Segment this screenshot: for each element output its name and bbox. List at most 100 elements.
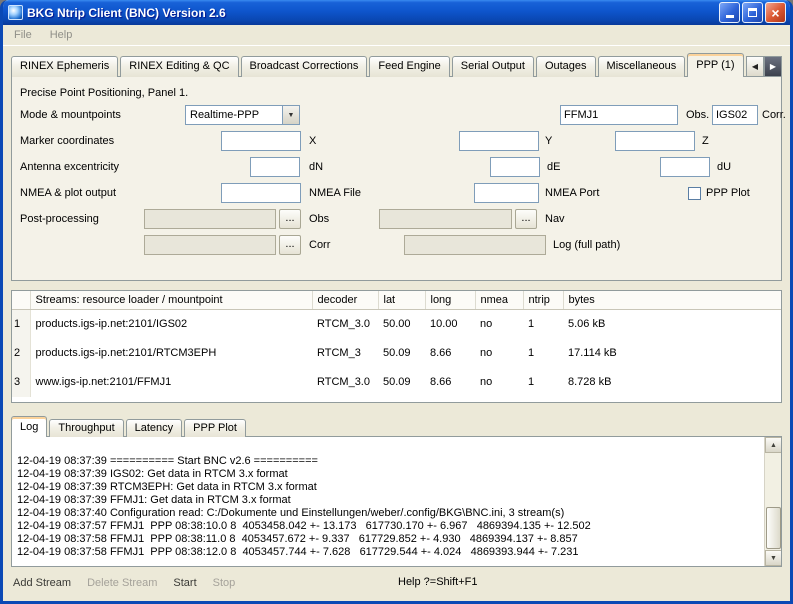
tab-scroll-right-button[interactable]: ▶ <box>764 56 782 77</box>
post-corr-path-input[interactable] <box>144 235 276 255</box>
table-row[interactable]: 1 products.igs-ip.net:2101/IGS02 RTCM_3.… <box>12 310 781 339</box>
menu-bar: File Help <box>3 25 790 46</box>
app-window: BKG Ntrip Client (BNC) Version 2.6 × Fil… <box>0 0 793 604</box>
stop-button[interactable]: Stop <box>213 577 236 589</box>
column-header-lat[interactable]: lat <box>378 291 425 310</box>
chevron-right-icon: ▶ <box>770 62 776 71</box>
antenna-label: Antenna excentricity <box>20 161 119 173</box>
scrollbar-track[interactable]: ▲ ▼ <box>764 437 781 566</box>
column-header-ntrip[interactable]: ntrip <box>523 291 563 310</box>
tab-rinex-ephemeris[interactable]: RINEX Ephemeris <box>11 56 118 77</box>
marker-y-input[interactable] <box>459 131 539 151</box>
start-button[interactable]: Start <box>173 577 196 589</box>
tab-feed-engine[interactable]: Feed Engine <box>369 56 449 77</box>
stream-bytes: 5.06 kB <box>563 310 781 339</box>
z-label: Z <box>702 135 709 147</box>
column-header-mountpoint[interactable]: Streams: resource loader / mountpoint <box>30 291 312 310</box>
antenna-du-input[interactable] <box>660 157 710 177</box>
post-obs-label: Obs <box>309 213 329 225</box>
row-number: 3 <box>12 368 30 397</box>
table-row[interactable]: 3 www.igs-ip.net:2101/FFMJ1 RTCM_3.0 50.… <box>12 368 781 397</box>
minimize-button[interactable] <box>719 2 740 23</box>
tab-log[interactable]: Log <box>11 416 47 437</box>
marker-z-input[interactable] <box>615 131 695 151</box>
post-nav-browse-button[interactable]: ... <box>515 209 537 229</box>
post-nav-path-input[interactable] <box>379 209 512 229</box>
tab-serial-output[interactable]: Serial Output <box>452 56 534 77</box>
log-line: 12-04-19 08:37:58 FFMJ1 PPP 08:38:12.0 8… <box>17 546 759 559</box>
tab-scroll-left-button[interactable]: ◀ <box>746 56 764 77</box>
obs-mountpoint-input[interactable] <box>560 105 678 125</box>
table-row[interactable]: 2 products.igs-ip.net:2101/RTCM3EPH RTCM… <box>12 339 781 368</box>
tab-rinex-editing-qc[interactable]: RINEX Editing & QC <box>120 56 238 77</box>
maximize-button[interactable] <box>742 2 763 23</box>
stream-long: 10.00 <box>425 310 475 339</box>
stream-decoder: RTCM_3 <box>312 339 378 368</box>
log-line: 12-04-19 08:37:39 ========== Start BNC v… <box>17 455 759 468</box>
de-label: dE <box>547 161 560 173</box>
log-output[interactable]: 12-04-19 08:37:39 ========== Start BNC v… <box>12 437 764 566</box>
tab-ppp-plot[interactable]: PPP Plot <box>184 419 246 437</box>
scrollbar-up-button[interactable]: ▲ <box>765 437 782 453</box>
column-header-bytes[interactable]: bytes <box>563 291 781 310</box>
close-icon: × <box>771 6 779 20</box>
tab-outages[interactable]: Outages <box>536 56 596 77</box>
nmea-file-input[interactable] <box>221 183 301 203</box>
bottom-tab-bar: Log Throughput Latency PPP Plot <box>3 416 790 437</box>
scrollbar-thumb[interactable] <box>766 507 781 549</box>
tab-latency[interactable]: Latency <box>126 419 183 437</box>
menu-file[interactable]: File <box>5 27 41 43</box>
antenna-dn-input[interactable] <box>250 157 300 177</box>
tab-bar: RINEX Ephemeris RINEX Editing & QC Broad… <box>3 46 790 77</box>
minimize-icon <box>726 15 734 18</box>
post-corr-label: Corr <box>309 239 330 251</box>
row-number: 2 <box>12 339 30 368</box>
stream-lat: 50.09 <box>378 339 425 368</box>
chevron-left-icon: ◀ <box>752 62 758 71</box>
column-header-nmea[interactable]: nmea <box>475 291 523 310</box>
marker-x-input[interactable] <box>221 131 301 151</box>
stream-lat: 50.00 <box>378 310 425 339</box>
title-bar[interactable]: BKG Ntrip Client (BNC) Version 2.6 × <box>3 0 790 25</box>
post-corr-browse-button[interactable]: ... <box>279 235 301 255</box>
post-log-label: Log (full path) <box>553 239 620 251</box>
antenna-de-input[interactable] <box>490 157 540 177</box>
stream-decoder: RTCM_3.0 <box>312 310 378 339</box>
stream-ntrip: 1 <box>523 339 563 368</box>
nmea-file-label: NMEA File <box>309 187 361 199</box>
help-shortcut-text: Help ?=Shift+F1 <box>398 576 478 588</box>
tab-throughput[interactable]: Throughput <box>49 419 123 437</box>
tab-broadcast-corrections[interactable]: Broadcast Corrections <box>241 56 368 77</box>
column-header-decoder[interactable]: decoder <box>312 291 378 310</box>
ppp-plot-label: PPP Plot <box>706 187 750 199</box>
mode-row: Mode & mountpoints Realtime-PPP ▼ Obs. C… <box>12 103 781 129</box>
post-processing-row-2: ... Corr Log (full path) <box>12 233 781 259</box>
ppp-mode-select[interactable]: Realtime-PPP ▼ <box>185 105 300 125</box>
tab-ppp-1[interactable]: PPP (1) <box>687 53 743 77</box>
stream-ntrip: 1 <box>523 310 563 339</box>
menu-help[interactable]: Help <box>41 27 82 43</box>
delete-stream-button[interactable]: Delete Stream <box>87 577 157 589</box>
nmea-label: NMEA & plot output <box>20 187 116 199</box>
add-stream-button[interactable]: Add Stream <box>13 577 71 589</box>
row-number-column-header <box>12 291 30 310</box>
window-title: BKG Ntrip Client (BNC) Version 2.6 <box>27 6 717 20</box>
tab-miscellaneous[interactable]: Miscellaneous <box>598 56 686 77</box>
stream-long: 8.66 <box>425 339 475 368</box>
stream-decoder: RTCM_3.0 <box>312 368 378 397</box>
panel-caption: Precise Point Positioning, Panel 1. <box>12 81 781 103</box>
scrollbar-down-button[interactable]: ▼ <box>765 550 782 566</box>
streams-table: Streams: resource loader / mountpoint de… <box>11 290 782 403</box>
ppp-plot-checkbox[interactable] <box>688 187 701 200</box>
close-button[interactable]: × <box>765 2 786 23</box>
post-log-path-input[interactable] <box>404 235 546 255</box>
nmea-port-input[interactable] <box>474 183 539 203</box>
antenna-row: Antenna excentricity dN dE dU <box>12 155 781 181</box>
column-header-long[interactable]: long <box>425 291 475 310</box>
post-processing-row-1: Post-processing ... Obs ... Nav <box>12 207 781 233</box>
post-obs-path-input[interactable] <box>144 209 276 229</box>
corr-mountpoint-input[interactable] <box>712 105 758 125</box>
post-obs-browse-button[interactable]: ... <box>279 209 301 229</box>
x-label: X <box>309 135 316 147</box>
ppp-panel: Precise Point Positioning, Panel 1. Mode… <box>11 76 782 281</box>
